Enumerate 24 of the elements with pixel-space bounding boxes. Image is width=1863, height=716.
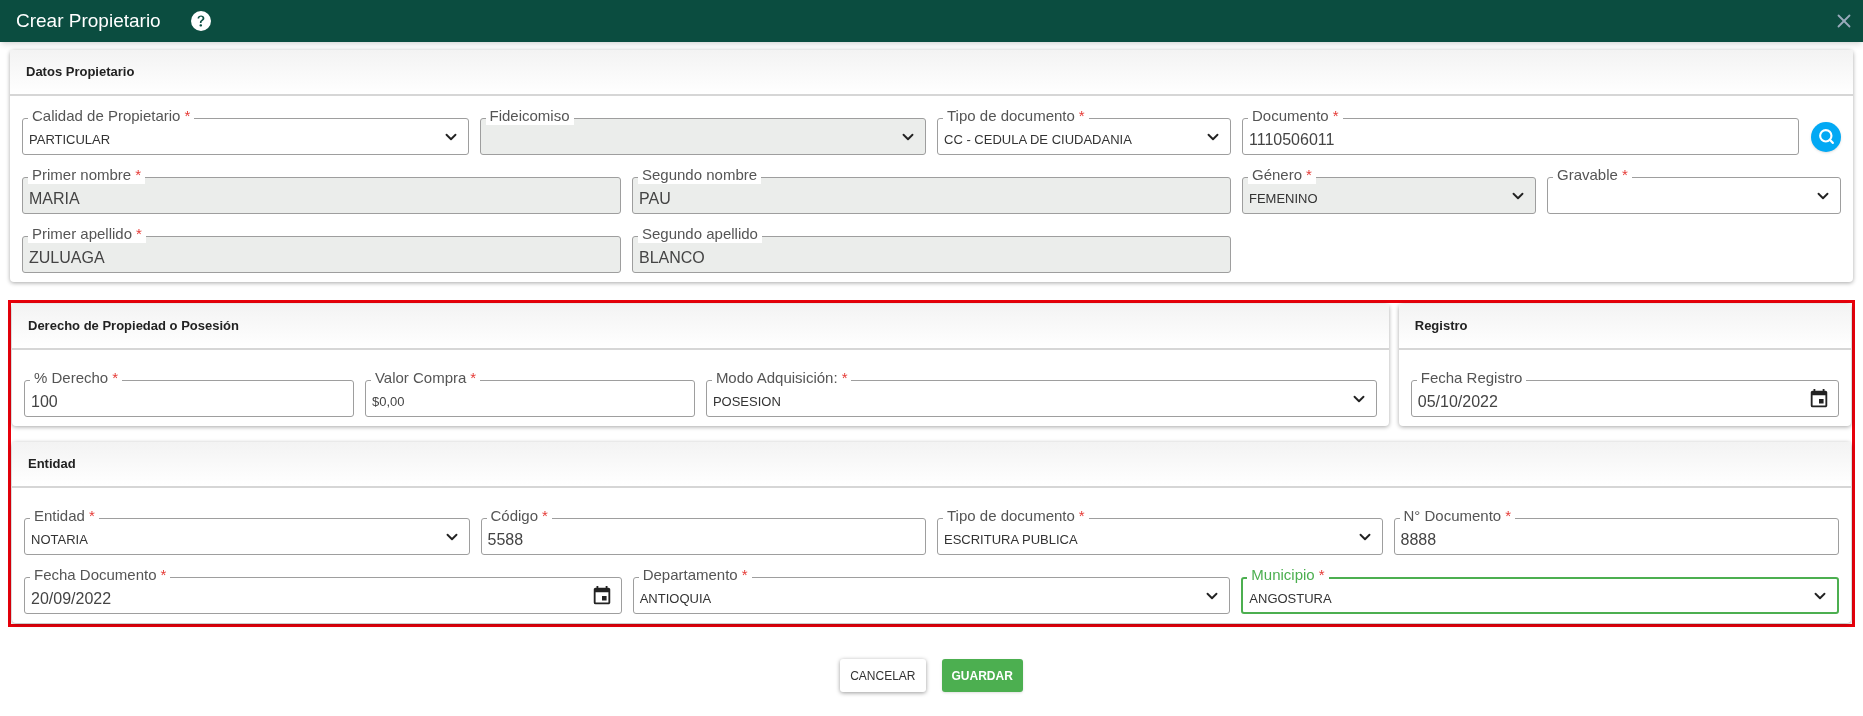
field-label: Fideicomiso	[485, 107, 574, 125]
field-label: Valor Compra *	[370, 369, 481, 387]
field-label: Fecha Registro	[1416, 369, 1527, 387]
field-label: Modo Adquisición: *	[711, 369, 852, 387]
field-label: Calidad de Propietario *	[28, 107, 195, 125]
section-title: Datos Propietario	[26, 63, 135, 82]
field-label: Segundo nombre	[638, 166, 762, 184]
field-label: Municipio *	[1247, 566, 1329, 584]
section-title: Derecho de Propiedad o Posesión	[28, 317, 239, 336]
calendar-icon	[1808, 387, 1830, 410]
cancel-button[interactable]: CANCELAR	[840, 659, 926, 692]
section-title: Entidad	[28, 455, 76, 474]
field-label: Género *	[1248, 166, 1316, 184]
section-title: Registro	[1414, 317, 1468, 336]
help-icon[interactable]	[190, 11, 211, 31]
field-label: Segundo apellido	[638, 225, 762, 243]
search-icon	[1817, 128, 1835, 145]
field-label: Tipo de documento *	[943, 107, 1089, 125]
field-label: Código *	[486, 507, 552, 525]
field-label: Primer apellido *	[28, 225, 146, 243]
field-label: Tipo de documento *	[943, 507, 1089, 525]
search-button[interactable]	[1811, 121, 1841, 152]
window-title: Crear Propietario	[16, 8, 161, 33]
field-label: Primer nombre *	[28, 166, 146, 184]
